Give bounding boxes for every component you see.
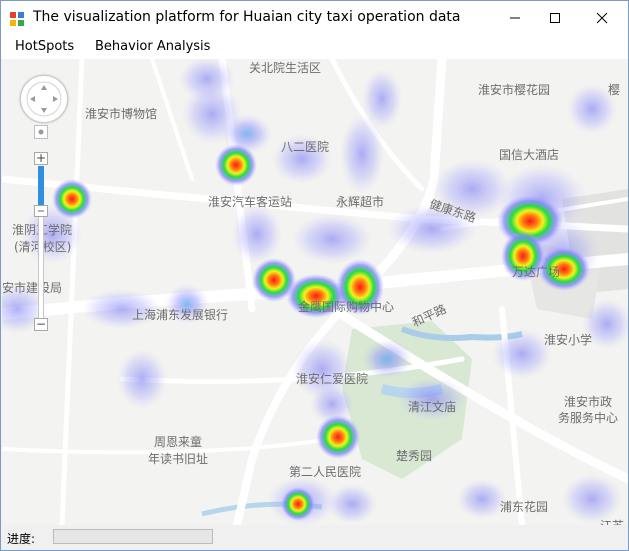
app-window: The visualization platform for Huaian ci… bbox=[0, 0, 629, 551]
zoom-slider-thumb[interactable] bbox=[34, 205, 48, 217]
map-label: 万达广场 bbox=[512, 265, 561, 279]
zoom-reset-button[interactable] bbox=[34, 125, 48, 139]
zoom-out-button[interactable]: − bbox=[34, 318, 48, 331]
map-label: 淮安仁爱医院 bbox=[296, 372, 369, 386]
map-label: 清江文庙 bbox=[408, 400, 457, 414]
map-label: 淮安市博物馆 bbox=[85, 107, 158, 121]
map-label: 淮安市樱花园 bbox=[478, 83, 551, 97]
map-label: 淮安汽车客运站 bbox=[208, 195, 293, 209]
minimize-icon bbox=[510, 17, 520, 19]
zoom-in-button[interactable]: + bbox=[34, 152, 48, 165]
map-label: 金鹰国际购物中心 bbox=[298, 300, 395, 314]
menu-behavior-analysis[interactable]: Behavior Analysis bbox=[95, 39, 210, 54]
map-label: 安市建设局 bbox=[2, 281, 63, 295]
map-label: 淮安市政 bbox=[564, 395, 613, 409]
menu-hotspots[interactable]: HotSpots bbox=[15, 39, 74, 54]
map-label: 浦东花园 bbox=[500, 500, 549, 514]
map-label: 淮安小学 bbox=[544, 333, 593, 347]
map-label: 年读书旧址 bbox=[148, 452, 209, 466]
app-icon bbox=[10, 12, 24, 26]
close-icon bbox=[596, 12, 608, 24]
map-label: 永辉超市 bbox=[336, 195, 385, 209]
menu-bar: HotSpots Behavior Analysis bbox=[1, 35, 628, 59]
pan-compass[interactable] bbox=[20, 75, 68, 123]
map-view[interactable]: 关北院生活区 淮安市樱花园 淮安市博物馆 八二医院 国信大酒店 淮安汽车客运站 … bbox=[2, 59, 628, 525]
close-button[interactable] bbox=[579, 1, 625, 35]
map-label: 关北院生活区 bbox=[249, 61, 322, 75]
progress-bar bbox=[53, 529, 213, 544]
progress-label: 进度: bbox=[7, 532, 36, 546]
map-canvas[interactable] bbox=[2, 59, 628, 525]
map-label: 务服务中心 bbox=[558, 411, 619, 425]
slider-thumb-icon bbox=[38, 210, 44, 212]
dot-icon bbox=[38, 129, 44, 135]
maximize-icon bbox=[550, 13, 560, 23]
pan-compass-icon bbox=[26, 81, 62, 117]
title-bar[interactable]: The visualization platform for Huaian ci… bbox=[1, 1, 628, 35]
map-label: 周恩来童 bbox=[154, 435, 203, 449]
map-label: 楚秀园 bbox=[396, 449, 433, 463]
map-label: 第二人民医院 bbox=[289, 465, 362, 479]
map-label: 上海浦东发展银行 bbox=[132, 308, 229, 322]
window-title: The visualization platform for Huaian ci… bbox=[33, 9, 461, 25]
map-label: 八二医院 bbox=[281, 140, 330, 154]
map-label: 樱 bbox=[608, 83, 621, 97]
status-bar: 进度: bbox=[1, 525, 628, 550]
maximize-button[interactable] bbox=[532, 1, 578, 35]
map-label: 国信大酒店 bbox=[499, 148, 560, 162]
